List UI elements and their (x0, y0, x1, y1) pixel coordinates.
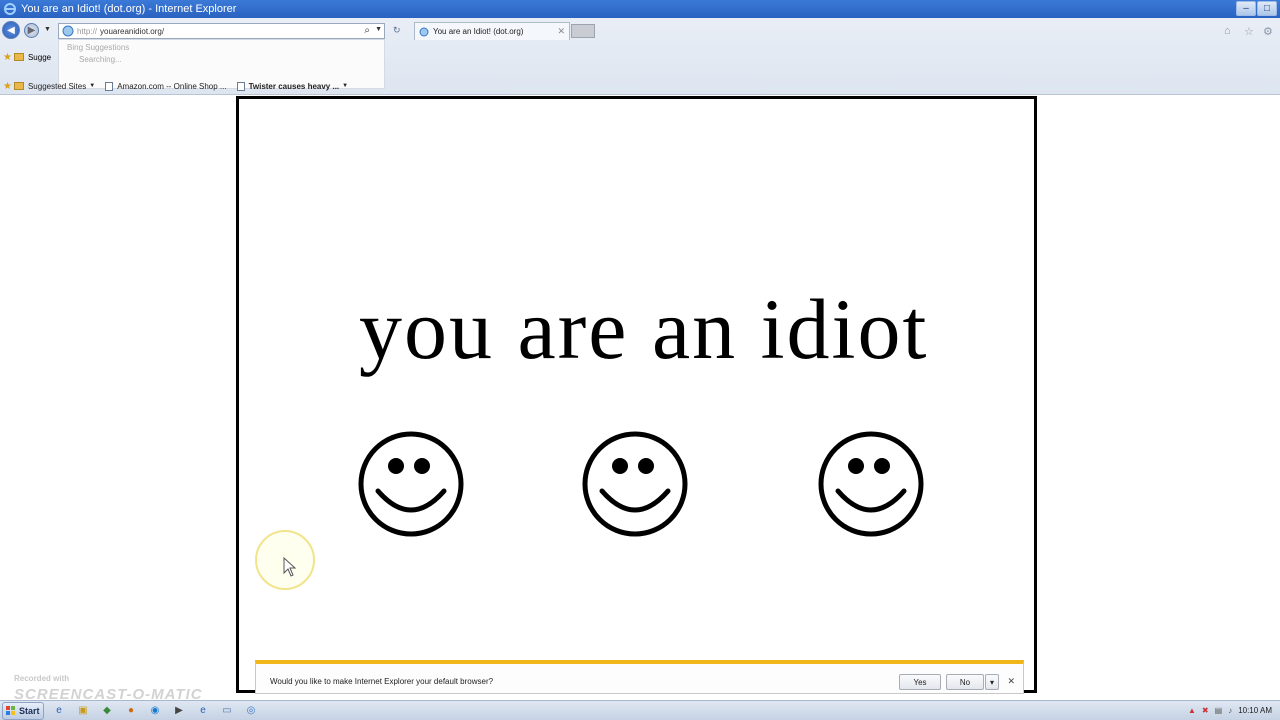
window-title: You are an Idiot! (dot.org) - Internet E… (21, 3, 237, 15)
favorites-item-amazon[interactable]: Amazon.com -- Online Shop ... (105, 81, 227, 91)
maximize-button[interactable]: □ (1257, 1, 1277, 16)
address-dropdown-icon[interactable]: ▼ (375, 26, 382, 33)
volume-icon[interactable]: ♪ (1228, 706, 1232, 715)
smiley-face-icon (818, 431, 924, 537)
favorites-star-icon[interactable]: ☆ (1244, 25, 1254, 38)
yes-button[interactable]: Yes (899, 674, 941, 690)
back-button[interactable]: ◀ (2, 21, 20, 39)
page-icon (105, 81, 114, 91)
firefox-taskbar-icon[interactable]: ● (122, 703, 140, 719)
suggestion-item[interactable]: Bing Suggestions (67, 42, 376, 54)
folder-icon (13, 53, 24, 61)
popup-window: you are an idiot (236, 96, 1037, 693)
favorites-item-twister[interactable]: Twister causes heavy ... ▼ (236, 81, 349, 91)
no-button[interactable]: No (946, 674, 984, 690)
mouse-cursor-icon (283, 557, 297, 577)
default-browser-infobar: Would you like to make Internet Explorer… (255, 660, 1024, 694)
windows-logo-icon (6, 705, 15, 715)
address-url: youareanidiot.org/ (100, 26, 165, 36)
forward-arrow-icon: ▶ (27, 25, 36, 36)
window-taskbar-icon[interactable]: ▭ (218, 703, 236, 719)
favorites-item-label: Twister causes heavy ... (248, 81, 340, 91)
favorites-bar-top: ★ Sugge (0, 50, 51, 64)
page-icon (236, 81, 245, 91)
refresh-icon[interactable]: ↻ (393, 25, 401, 36)
address-bar[interactable]: http:// youareanidiot.org/ ⌕ ▼ (58, 23, 385, 39)
smiley-face-icon (582, 431, 688, 537)
back-arrow-icon: ◀ (7, 24, 15, 36)
favorites-bar: ★ Suggested Sites ▼ Amazon.com -- Online… (0, 79, 1280, 93)
favorites-item-label[interactable]: Sugge (28, 53, 51, 62)
tray-alert-icon[interactable]: ▲ (1188, 706, 1196, 715)
forward-button[interactable]: ▶ (24, 23, 39, 38)
home-icon[interactable]: ⌂ (1224, 25, 1231, 37)
app-taskbar-icon[interactable]: ◆ (98, 703, 116, 719)
recorder-watermark-caption: Recorded with (14, 674, 70, 683)
tray-network-icon[interactable]: ▤ (1215, 706, 1223, 715)
chevron-down-icon: ▼ (89, 83, 96, 89)
page-icon (62, 25, 74, 37)
page-headline: you are an idiot (359, 281, 929, 377)
tab-title: You are an Idiot! (dot.org) (433, 27, 524, 36)
internet-explorer-taskbar-icon[interactable]: e (50, 703, 68, 719)
new-tab-button[interactable] (571, 24, 595, 38)
close-icon[interactable]: ✕ (1007, 676, 1015, 687)
tools-gear-icon[interactable]: ⚙ (1263, 25, 1273, 38)
favorites-item-label: Amazon.com -- Online Shop ... (117, 81, 227, 91)
favorites-star-icon[interactable]: ★ (3, 81, 12, 92)
tray-error-icon[interactable]: ✖ (1202, 706, 1209, 715)
search-taskbar-icon[interactable]: ◎ (242, 703, 260, 719)
tab-active[interactable]: You are an Idiot! (dot.org) ✕ (414, 22, 570, 40)
chevron-down-icon: ▼ (342, 83, 349, 89)
media-taskbar-icon[interactable]: ▶ (170, 703, 188, 719)
window-titlebar: You are an Idiot! (dot.org) - Internet E… (0, 0, 1280, 18)
suggestion-item: Searching... (79, 55, 122, 64)
start-button[interactable]: Start (2, 701, 44, 720)
system-tray: ▲ ✖ ▤ ♪ 10:10 AM (1182, 701, 1280, 720)
infobar-message: Would you like to make Internet Explorer… (270, 677, 494, 686)
favorites-item-suggested-sites[interactable]: Suggested Sites ▼ (13, 81, 96, 91)
tab-page-icon (419, 27, 429, 36)
address-protocol: http:// (77, 26, 98, 36)
search-icon[interactable]: ⌕ (364, 25, 370, 36)
minimize-button[interactable]: – (1236, 1, 1256, 16)
favorites-star-icon[interactable]: ★ (3, 52, 12, 63)
folder-taskbar-icon[interactable]: ▣ (74, 703, 92, 719)
chevron-down-icon[interactable]: ▾ (985, 674, 999, 690)
browser-toolbar: ◀ ▶ ▼ http:// youareanidiot.org/ ⌕ ▼ Bin… (0, 18, 1280, 95)
history-dropdown-icon[interactable]: ▼ (44, 26, 51, 33)
start-label: Start (19, 705, 40, 716)
tab-close-icon[interactable]: ✕ (557, 26, 565, 37)
taskbar-clock[interactable]: 10:10 AM (1238, 706, 1272, 715)
smiley-face-icon (358, 431, 464, 537)
ie-window-taskbar-icon[interactable]: e (194, 703, 212, 719)
taskbar: Start e ▣ ◆ ● ◉ ▶ e ▭ ◎ ▲ ✖ ▤ ♪ 10:10 AM (0, 700, 1280, 720)
folder-icon (13, 82, 24, 90)
favorites-item-label: Suggested Sites (27, 81, 87, 91)
internet-explorer-icon (4, 3, 16, 15)
chrome-taskbar-icon[interactable]: ◉ (146, 703, 164, 719)
